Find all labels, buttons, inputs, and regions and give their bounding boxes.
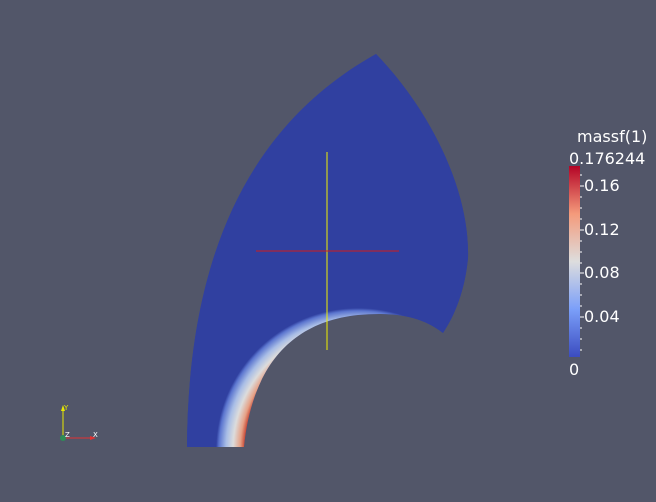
z-axis-label: Z — [65, 431, 70, 439]
render-viewport[interactable]: Y Z X — [0, 0, 656, 502]
colorbar-tick-label: 0.16 — [584, 176, 620, 195]
colorbar-title: massf(1) — [577, 127, 648, 146]
orientation-axes: Y Z X — [60, 404, 98, 441]
colorbar-tick-label: 0.08 — [584, 263, 620, 282]
colorbar-min-label: 0 — [569, 360, 580, 379]
colorbar-max-label: 0.176244 — [569, 149, 646, 168]
colorbar-tick-label: 0.12 — [584, 220, 620, 239]
colorbar-gradient — [569, 166, 580, 357]
y-axis-label: Y — [63, 404, 69, 412]
x-axis-label: X — [93, 431, 98, 439]
colorbar-tick-label: 0.04 — [584, 307, 620, 326]
colorbar — [569, 166, 584, 357]
